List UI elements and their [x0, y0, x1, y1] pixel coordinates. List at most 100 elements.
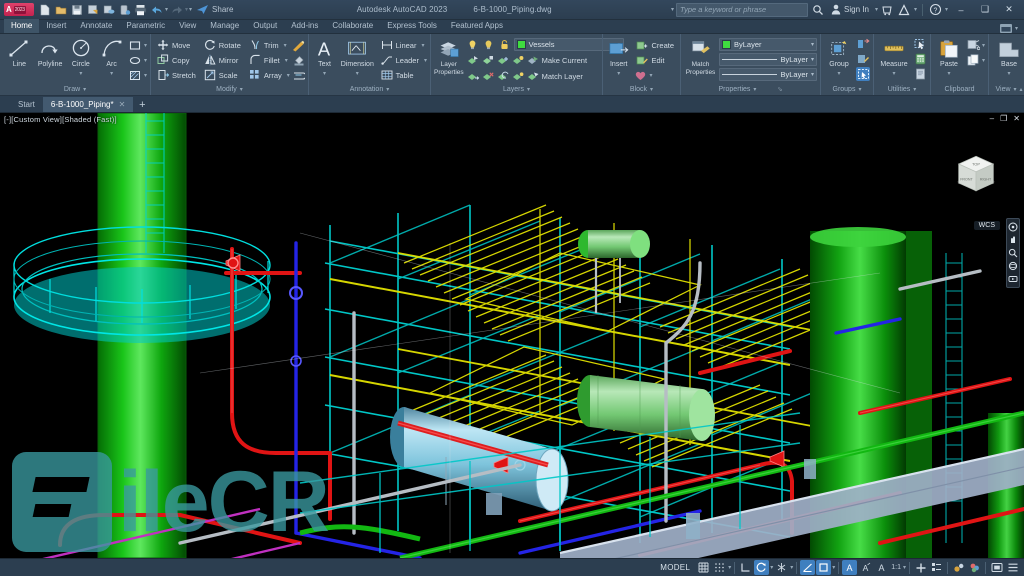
properties-dialog-launcher-icon[interactable]: ⬂: [777, 86, 782, 93]
viewport-restore-button[interactable]: ❐: [1000, 114, 1007, 123]
viewcube[interactable]: TOP FRONT RIGHT: [950, 151, 1002, 203]
viewport-minimize-button[interactable]: –: [990, 114, 994, 123]
ungroup-icon[interactable]: [856, 37, 870, 51]
clean-screen[interactable]: [989, 560, 1004, 575]
redo-icon[interactable]: [169, 2, 184, 17]
quick-calc-icon[interactable]: [913, 52, 927, 66]
cloud-save-icon[interactable]: [101, 2, 116, 17]
tab-manage[interactable]: Manage: [203, 19, 246, 33]
insert-block-button[interactable]: Insert ▾: [606, 36, 631, 77]
tab-start[interactable]: Start: [10, 97, 43, 112]
close-button[interactable]: ✕: [998, 1, 1020, 19]
redo-dropdown-icon[interactable]: ▾: [185, 6, 188, 13]
edit-block-button[interactable]: Edit: [633, 53, 677, 67]
hatch-dropdown-icon[interactable]: ▾: [144, 72, 147, 79]
copy-clip-dropdown-icon[interactable]: ▾: [982, 57, 985, 64]
text-dropdown-icon[interactable]: ▾: [323, 70, 326, 77]
arc-dropdown-icon[interactable]: ▾: [110, 70, 113, 77]
steering-wheel-icon[interactable]: [1008, 222, 1018, 232]
pan-icon[interactable]: [1008, 235, 1018, 245]
tab-featured-apps[interactable]: Featured Apps: [444, 19, 510, 33]
panel-clipboard-title[interactable]: Clipboard: [934, 84, 985, 95]
share-button[interactable]: Share: [192, 2, 237, 17]
fillet-button[interactable]: Fillet: [246, 53, 283, 67]
tab-insert[interactable]: Insert: [39, 19, 73, 33]
panel-layers-title[interactable]: Layers ▾: [434, 84, 599, 95]
circle-dropdown-icon[interactable]: ▾: [79, 70, 82, 77]
tab-parametric[interactable]: Parametric: [119, 19, 172, 33]
panel-block-title[interactable]: Block ▾: [606, 84, 677, 95]
linetype-dropdown[interactable]: ByLayer ▾: [719, 68, 817, 81]
layer-on-icon[interactable]: [466, 37, 480, 51]
paste-button[interactable]: Paste ▾: [934, 36, 964, 77]
fillet-dropdown-icon[interactable]: ▾: [285, 57, 288, 64]
annotation-scale-dropdown-icon[interactable]: ▾: [903, 564, 906, 571]
explode-icon[interactable]: [292, 39, 306, 53]
dimension-dropdown-icon[interactable]: ▾: [356, 70, 359, 77]
layer-delete-icon[interactable]: [481, 69, 495, 83]
model-space-button[interactable]: MODEL: [655, 563, 695, 572]
dimension-button[interactable]: Dimension ▾: [339, 36, 376, 77]
block-attributes-icon[interactable]: [633, 68, 647, 82]
object-snap-tracking-toggle[interactable]: [800, 560, 816, 575]
tab-express-tools[interactable]: Express Tools: [380, 19, 444, 33]
layer-freeze-icon[interactable]: [482, 37, 496, 51]
make-current-button[interactable]: Make Current: [526, 53, 590, 67]
help-dropdown-icon[interactable]: ▾: [945, 6, 948, 13]
minimize-button[interactable]: –: [950, 1, 972, 19]
block-attributes-dropdown-icon[interactable]: ▾: [649, 72, 652, 79]
showmotion-icon[interactable]: [1008, 274, 1018, 284]
panel-utilities-title[interactable]: Utilities ▾: [877, 84, 927, 95]
layer-merge-icon[interactable]: [466, 69, 480, 83]
open-from-web-icon[interactable]: [117, 2, 132, 17]
layer-unisolate-icon[interactable]: [481, 53, 495, 67]
polar-tracking-toggle[interactable]: [754, 560, 770, 575]
panel-annotation-title[interactable]: Annotation ▾: [312, 84, 427, 95]
search-icon[interactable]: [810, 2, 825, 17]
lineweight-toggle[interactable]: A: [842, 560, 858, 575]
apps-dropdown-icon[interactable]: ▾: [914, 6, 917, 13]
match-layer-button[interactable]: Match Layer: [526, 69, 586, 83]
undo-dropdown-icon[interactable]: ▾: [165, 6, 168, 13]
polyline-button[interactable]: Polyline: [36, 36, 65, 69]
add-scale-icon[interactable]: [913, 560, 928, 575]
snap-mode-toggle[interactable]: [712, 560, 727, 575]
panel-groups-title[interactable]: Groups ▾: [824, 84, 870, 95]
ribbon-options-icon[interactable]: ▾: [1015, 25, 1018, 32]
polar-dropdown-icon[interactable]: ▾: [770, 564, 773, 571]
base-dropdown-icon[interactable]: ▾: [1008, 70, 1011, 77]
osnap-dropdown-icon[interactable]: ▾: [832, 564, 835, 571]
new-tab-button[interactable]: +: [133, 97, 151, 112]
ellipse-icon[interactable]: [128, 53, 142, 67]
viewport-close-button[interactable]: ✕: [1013, 114, 1020, 123]
group-button[interactable]: Group ▾: [824, 36, 854, 77]
rectangle-dropdown-icon[interactable]: ▾: [144, 42, 147, 49]
copy-clip-icon[interactable]: [966, 53, 980, 67]
tab-home[interactable]: Home: [4, 19, 40, 33]
grid-display-toggle[interactable]: [696, 560, 711, 575]
store-icon[interactable]: [880, 2, 895, 17]
autodesk-app-icon[interactable]: [897, 2, 912, 17]
isometric-dropdown-icon[interactable]: ▾: [790, 564, 793, 571]
rotate-button[interactable]: Rotate: [201, 38, 244, 52]
text-button[interactable]: A Text ▾: [312, 36, 337, 77]
tab-collaborate[interactable]: Collaborate: [325, 19, 380, 33]
leader-dropdown-icon[interactable]: ▾: [424, 57, 427, 64]
help-icon[interactable]: ?: [928, 2, 943, 17]
rectangle-icon[interactable]: [128, 38, 142, 52]
scale-button[interactable]: Scale: [201, 68, 244, 82]
save-icon[interactable]: [69, 2, 84, 17]
isometric-drafting-toggle[interactable]: [774, 560, 789, 575]
annotation-visibility-toggle[interactable]: A: [874, 560, 889, 575]
color-dropdown[interactable]: ByLayer ▾: [719, 38, 817, 51]
offset-icon[interactable]: [292, 69, 306, 83]
table-button[interactable]: Table: [378, 68, 417, 82]
trim-dropdown-icon[interactable]: ▾: [284, 42, 287, 49]
tab-add-ins[interactable]: Add-ins: [284, 19, 325, 33]
autocad-logo-icon[interactable]: A 2023: [4, 3, 34, 16]
transparency-toggle[interactable]: A: [858, 560, 873, 575]
panel-draw-title[interactable]: Draw ▾: [3, 84, 147, 95]
match-properties-button[interactable]: Match Properties: [684, 36, 717, 77]
insert-dropdown-icon[interactable]: ▾: [617, 70, 620, 77]
paste-dropdown-icon[interactable]: ▾: [947, 70, 950, 77]
